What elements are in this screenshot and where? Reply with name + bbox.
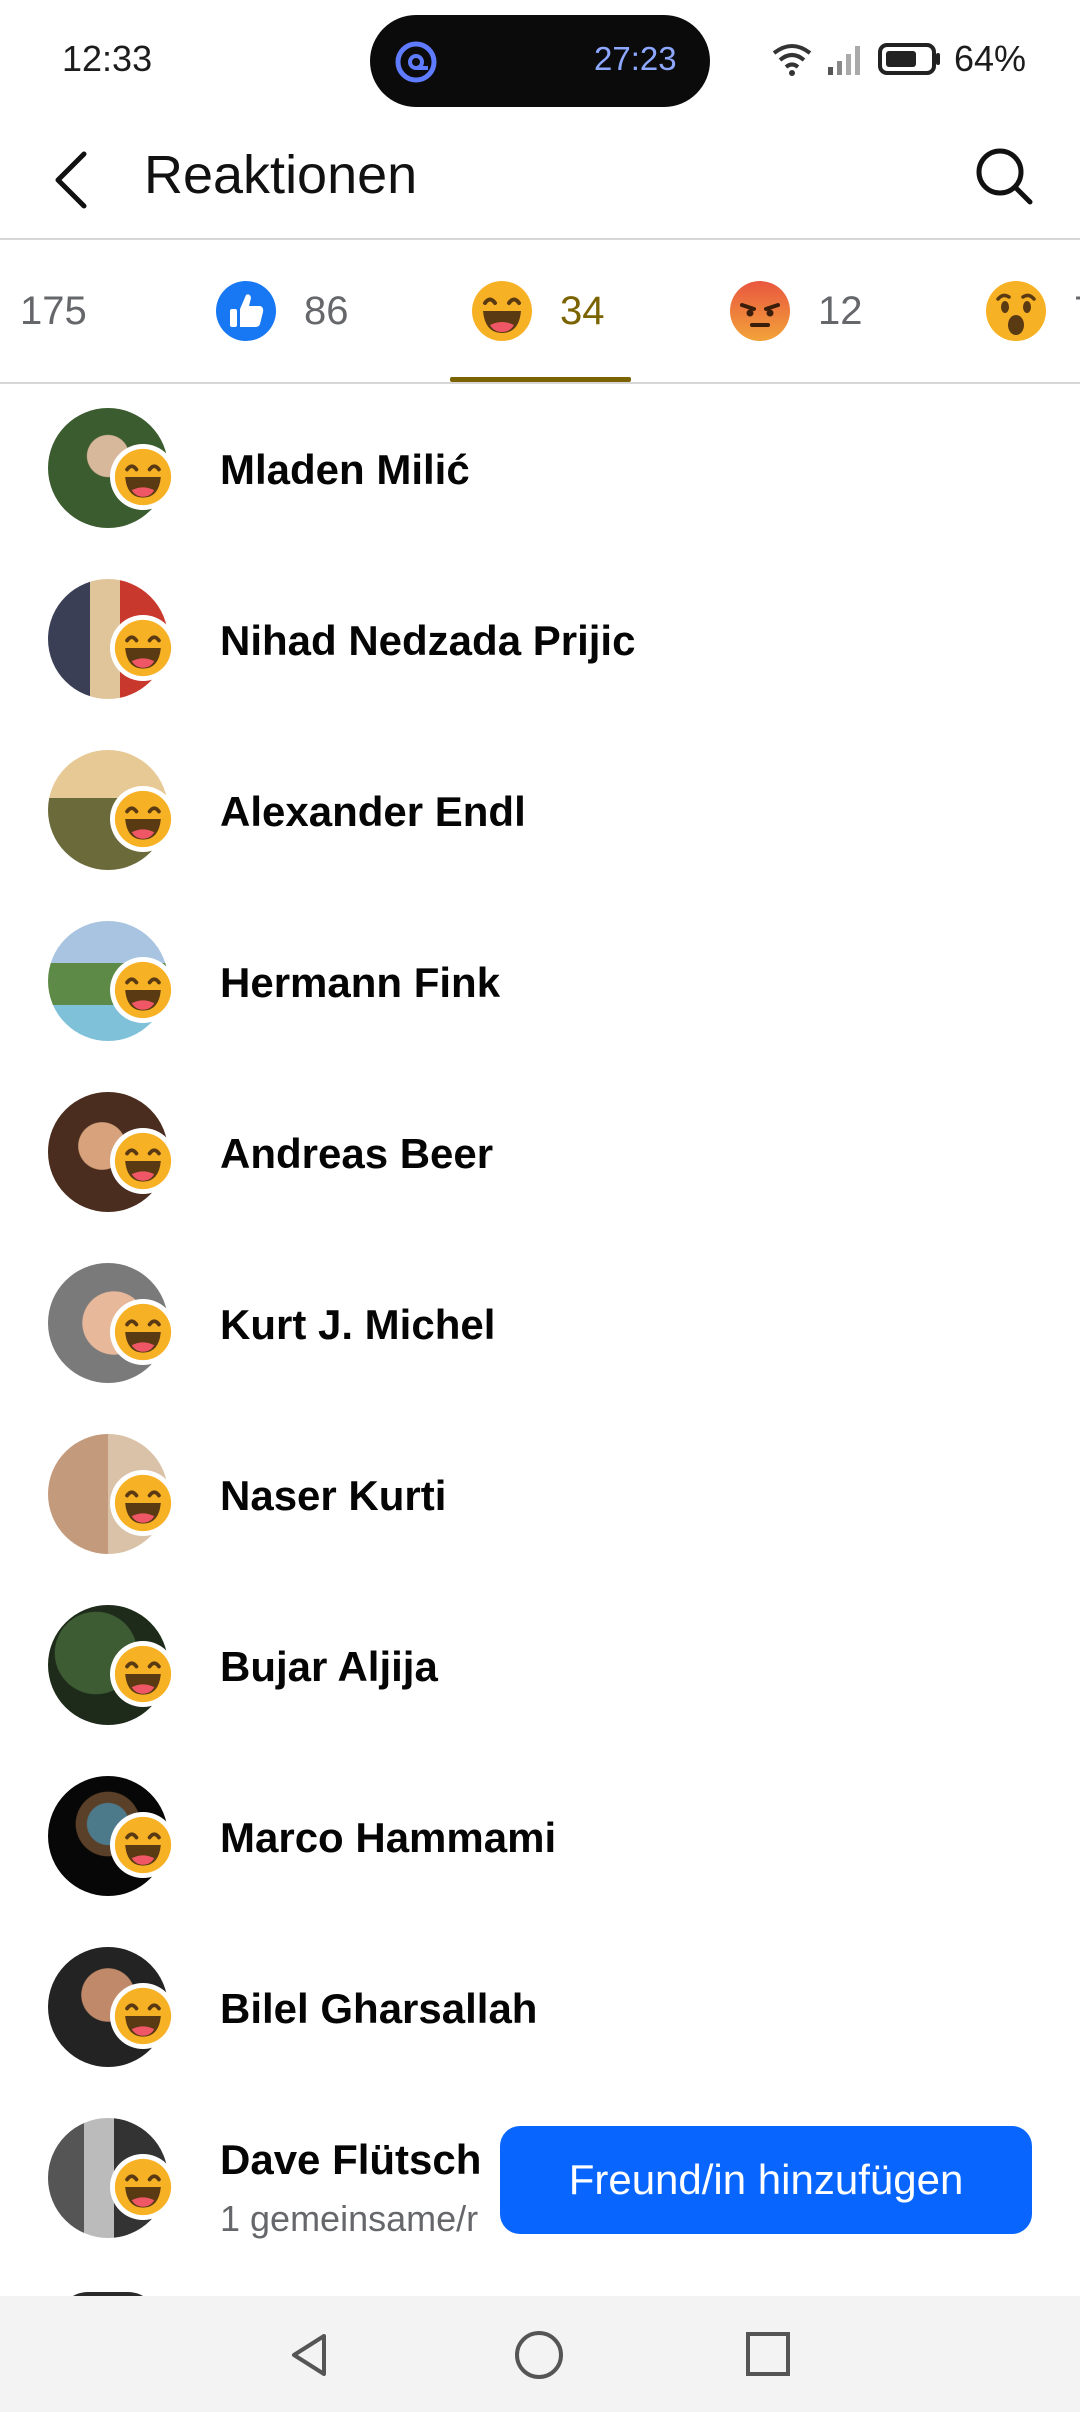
add-friend-button[interactable]: Freund/in hinzufügen (500, 2126, 1032, 2234)
tab-count: 7 (1074, 289, 1080, 334)
haha-badge-icon (110, 957, 176, 1023)
nav-home-icon[interactable] (513, 2329, 565, 2381)
person-name[interactable]: Mladen Milić (220, 446, 470, 494)
list-item[interactable]: Kurt J. Michel (0, 1239, 1080, 1410)
person-name[interactable]: Marco Hammami (220, 1814, 556, 1862)
recording-icon (395, 41, 437, 83)
list-item[interactable]: Hermann Fink (0, 897, 1080, 1068)
signal-icon (827, 46, 860, 75)
app-header: Reaktionen (0, 122, 1080, 238)
tab-haha[interactable]: 34 (450, 240, 631, 382)
list-item[interactable]: Andreas Beer (0, 1068, 1080, 1239)
tab-count: 34 (560, 288, 605, 333)
person-name[interactable]: Nihad Nedzada Prijic (220, 617, 635, 665)
nav-recent-apps-icon[interactable] (744, 2330, 792, 2378)
list-item[interactable]: Mladen Milić (0, 384, 1080, 555)
person-name[interactable]: Alexander Endl (220, 788, 526, 836)
list-item[interactable]: Naser Kurti (0, 1410, 1080, 1581)
haha-badge-icon (110, 1470, 176, 1536)
haha-badge-icon (110, 1812, 176, 1878)
mutual-friends-text: 1 gemeinsame/r (220, 2198, 479, 2239)
angry-reaction-icon (730, 281, 790, 341)
battery-icon (877, 43, 940, 75)
status-time: 12:33 (62, 38, 153, 79)
haha-badge-icon (110, 786, 176, 852)
person-name[interactable]: Dave Flütsch (220, 2136, 481, 2184)
status-icons: 64% (770, 38, 1026, 80)
haha-reaction-icon (472, 281, 532, 341)
person-name[interactable]: Andreas Beer (220, 1130, 493, 1178)
tab-count: 12 (818, 288, 863, 333)
island-timer: 27:23 (594, 40, 677, 77)
tab-wow[interactable]: 7 (984, 240, 1080, 382)
haha-badge-icon (110, 615, 176, 681)
like-reaction-icon (216, 281, 276, 341)
person-name[interactable]: Bilel Gharsallah (220, 1985, 537, 2033)
search-icon[interactable] (972, 144, 1036, 208)
haha-badge-icon (110, 1983, 176, 2049)
haha-badge-icon (110, 1641, 176, 1707)
wow-reaction-icon (986, 281, 1046, 341)
battery-percent: 64% (953, 38, 1026, 79)
page-title: Reaktionen (144, 145, 418, 205)
list-item[interactable]: Bilel Gharsallah (0, 1923, 1080, 2094)
haha-badge-icon (110, 1299, 176, 1365)
wifi-icon (772, 44, 812, 76)
person-name[interactable]: Kurt J. Michel (220, 1301, 495, 1349)
tab-count: 86 (304, 288, 349, 333)
status-bar: 12:33 27:23 64% (0, 0, 1080, 122)
reaction-tabs: 175 86 34 12 (0, 240, 1080, 382)
haha-badge-icon (110, 1128, 176, 1194)
system-nav-bar (0, 2296, 1080, 2412)
list-item[interactable]: Alexander Endl (0, 726, 1080, 897)
haha-badge-icon (110, 444, 176, 510)
tab-like[interactable]: 86 (214, 240, 349, 382)
list-item[interactable]: Bujar Aljija (0, 1581, 1080, 1752)
haha-badge-icon (110, 2154, 176, 2220)
tab-count: 175 (20, 288, 87, 333)
nav-back-icon[interactable] (284, 2330, 334, 2380)
person-name[interactable]: Naser Kurti (220, 1472, 446, 1520)
tab-all[interactable]: 175 (20, 240, 87, 382)
back-arrow-icon[interactable] (44, 146, 100, 214)
tab-angry[interactable]: 12 (728, 240, 863, 382)
person-name[interactable]: Bujar Aljija (220, 1643, 438, 1691)
person-name[interactable]: Hermann Fink (220, 959, 500, 1007)
list-item[interactable]: Nihad Nedzada Prijic (0, 555, 1080, 726)
list-item[interactable]: Marco Hammami (0, 1752, 1080, 1923)
